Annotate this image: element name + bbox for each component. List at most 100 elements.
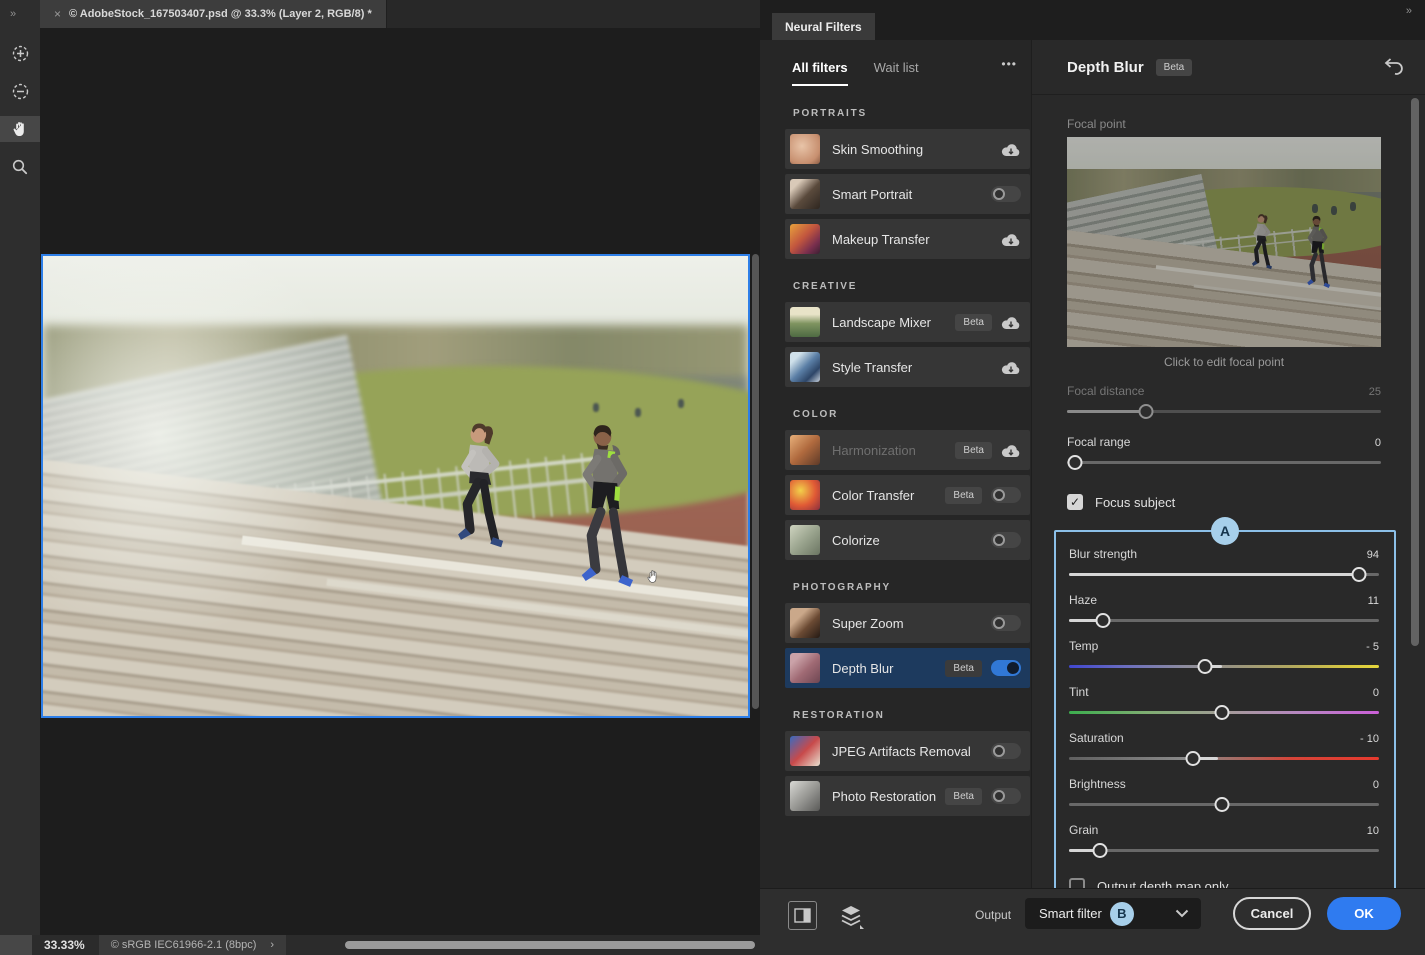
filter-thumbnail xyxy=(790,781,820,811)
saturation-slider[interactable] xyxy=(1069,751,1379,766)
filter-thumbnail xyxy=(790,224,820,254)
tint-slider[interactable] xyxy=(1069,705,1379,720)
filter-item-smart-portrait[interactable]: Smart Portrait xyxy=(785,174,1030,214)
add-selection-icon xyxy=(12,45,28,61)
filter-item-skin-smoothing[interactable]: Skin Smoothing xyxy=(785,129,1030,169)
slider-thumb[interactable] xyxy=(1185,751,1201,766)
grain-slider-block: Grain 10 xyxy=(1069,823,1379,858)
cloud-download-icon[interactable] xyxy=(1001,360,1021,375)
slider-thumb[interactable] xyxy=(1095,613,1111,628)
blur-strength-slider-block: Blur strength 94 xyxy=(1069,547,1379,582)
settings-header: Depth Blur Beta xyxy=(1032,40,1425,95)
document-tab[interactable]: × © AdobeStock_167503407.psd @ 33.3% (La… xyxy=(40,0,387,28)
filter-thumbnail xyxy=(790,435,820,465)
blur-strength-slider[interactable] xyxy=(1069,567,1379,582)
checkbox-checked-icon[interactable]: ✓ xyxy=(1067,494,1083,510)
ok-button[interactable]: OK xyxy=(1327,897,1401,930)
canvas-horizontal-scrollbar[interactable] xyxy=(345,941,755,949)
cloud-download-icon[interactable] xyxy=(1001,443,1021,458)
focal-range-slider[interactable] xyxy=(1067,455,1381,470)
add-selection-tool[interactable] xyxy=(0,40,40,66)
filter-item-depth-blur[interactable]: Depth Blur Beta xyxy=(785,648,1030,688)
cloud-download-icon[interactable] xyxy=(1001,142,1021,157)
color-profile-chip[interactable]: © sRGB IEC61966-2.1 (8bpc) › xyxy=(98,935,287,955)
chevron-right-icon[interactable]: › xyxy=(270,939,274,951)
panel-collapse-icon[interactable]: » xyxy=(1406,5,1413,17)
output-value: Smart filter xyxy=(1039,906,1102,921)
cloud-download-icon[interactable] xyxy=(1001,232,1021,247)
close-tab-icon[interactable]: × xyxy=(54,7,61,21)
canvas-vertical-scrollbar[interactable] xyxy=(751,28,759,935)
section-restoration: RESTORATION xyxy=(793,710,885,721)
slider-thumb[interactable] xyxy=(1214,705,1230,720)
hand-tool[interactable] xyxy=(0,116,40,142)
annotation-a-highlight-box: A Blur strength 94 Haze 11 Temp - 5 Tint… xyxy=(1054,517,1396,910)
jpeg-artifacts-toggle[interactable] xyxy=(991,743,1021,759)
canvas-area[interactable] xyxy=(40,28,760,935)
slider-thumb[interactable] xyxy=(1214,797,1230,812)
depth-blur-toggle[interactable] xyxy=(991,660,1021,676)
tab-wait-list[interactable]: Wait list xyxy=(874,60,919,84)
subtract-selection-tool[interactable] xyxy=(0,78,40,104)
stadium-photo xyxy=(43,256,748,716)
layers-button[interactable] xyxy=(838,903,864,929)
settings-scrollbar[interactable] xyxy=(1411,98,1419,646)
tab-all-filters[interactable]: All filters xyxy=(792,60,848,86)
color-transfer-toggle[interactable] xyxy=(991,487,1021,503)
settings-title: Depth Blur xyxy=(1067,58,1144,76)
focal-point-preview[interactable] xyxy=(1067,137,1381,347)
photoshop-neural-filters-window: » × © AdobeStock_167503407.psd @ 33.3% (… xyxy=(0,0,1425,955)
haze-slider[interactable] xyxy=(1069,613,1379,628)
focal-point-hint: Click to edit focal point xyxy=(1163,355,1285,369)
colorize-toggle[interactable] xyxy=(991,532,1021,548)
smart-portrait-toggle[interactable] xyxy=(991,186,1021,202)
slider-thumb[interactable] xyxy=(1092,843,1108,858)
slider-thumb[interactable] xyxy=(1067,455,1083,470)
temp-slider[interactable] xyxy=(1069,659,1379,674)
output-label: Output xyxy=(975,908,1012,922)
filter-item-super-zoom[interactable]: Super Zoom xyxy=(785,603,1030,643)
beta-badge: Beta xyxy=(955,441,992,459)
grain-slider[interactable] xyxy=(1069,843,1379,858)
filter-item-makeup-transfer[interactable]: Makeup Transfer xyxy=(785,219,1030,259)
focal-point-image xyxy=(1067,137,1381,347)
cancel-button[interactable]: Cancel xyxy=(1233,897,1311,930)
zoom-tool[interactable] xyxy=(0,154,40,180)
brightness-slider[interactable] xyxy=(1069,797,1379,812)
split-preview-button[interactable] xyxy=(788,901,817,930)
zoom-level[interactable]: 33.33% xyxy=(44,938,85,952)
more-options-icon[interactable]: ••• xyxy=(1001,57,1017,71)
focal-point-label: Focal point xyxy=(1067,117,1126,131)
slider-thumb[interactable] xyxy=(1138,404,1153,419)
slider-thumb[interactable] xyxy=(1197,659,1213,674)
filter-thumbnail xyxy=(790,608,820,638)
filter-item-landscape-mixer[interactable]: Landscape Mixer Beta xyxy=(785,302,1030,342)
canvas-image[interactable] xyxy=(41,254,750,718)
super-zoom-toggle[interactable] xyxy=(991,615,1021,631)
output-dropdown[interactable]: Smart filter B xyxy=(1025,898,1201,929)
reset-icon[interactable] xyxy=(1381,57,1403,77)
filter-item-colorize[interactable]: Colorize xyxy=(785,520,1030,560)
beta-badge: Beta xyxy=(945,486,982,504)
filter-item-harmonization[interactable]: Harmonization Beta xyxy=(785,430,1030,470)
brightness-slider-block: Brightness 0 xyxy=(1069,777,1379,812)
beta-badge: Beta xyxy=(945,659,982,677)
slider-thumb[interactable] xyxy=(1351,567,1367,582)
focus-subject-row[interactable]: ✓ Focus subject xyxy=(1067,494,1381,510)
filter-item-style-transfer[interactable]: Style Transfer xyxy=(785,347,1030,387)
filter-item-photo-restoration[interactable]: Photo Restoration Beta xyxy=(785,776,1030,816)
neural-filters-tab[interactable]: Neural Filters xyxy=(772,13,875,40)
cloud-download-icon[interactable] xyxy=(1001,315,1021,330)
filter-item-jpeg-artifacts-removal[interactable]: JPEG Artifacts Removal xyxy=(785,731,1030,771)
section-creative: CREATIVE xyxy=(793,281,858,292)
photo-restoration-toggle[interactable] xyxy=(991,788,1021,804)
focal-distance-slider[interactable] xyxy=(1067,404,1381,419)
beta-badge: Beta xyxy=(955,313,992,331)
filter-thumbnail xyxy=(790,525,820,555)
section-photography: PHOTOGRAPHY xyxy=(793,582,891,593)
filter-item-color-transfer[interactable]: Color Transfer Beta xyxy=(785,475,1030,515)
settings-body: Focal point Click to edit focal point Fo… xyxy=(1032,95,1425,910)
hand-tool-icon xyxy=(13,121,24,136)
toolbar-collapse[interactable]: » xyxy=(0,0,40,28)
beta-badge: Beta xyxy=(945,787,982,805)
